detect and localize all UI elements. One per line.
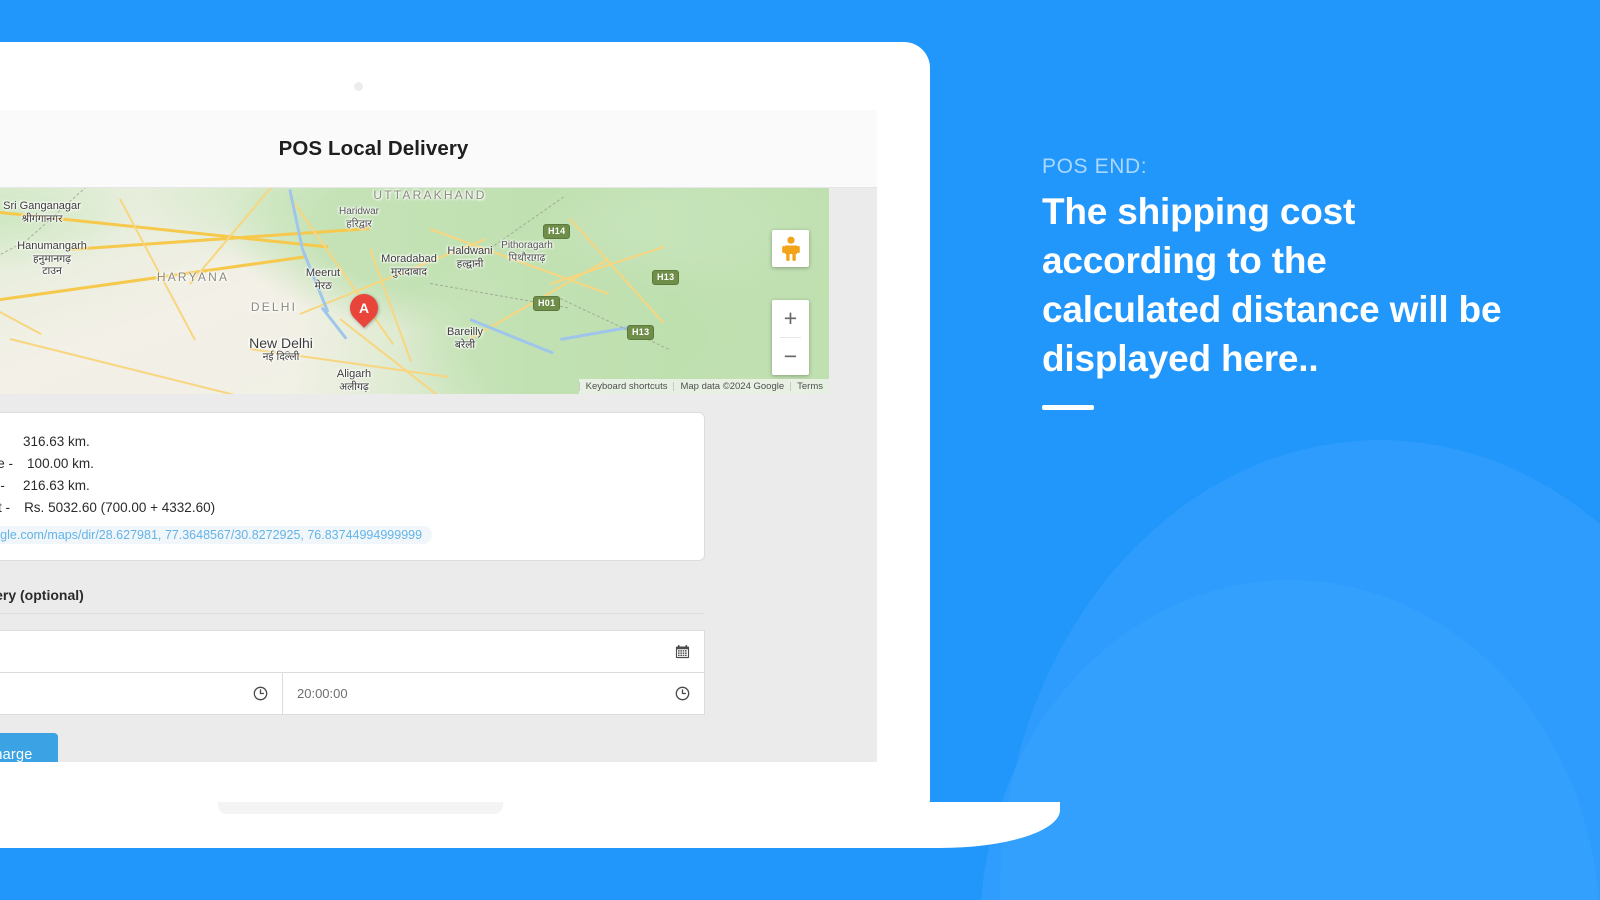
time-input-row: 10:00:00 20:00:00 <box>0 673 705 715</box>
page-title: POS Local Delivery <box>278 136 469 160</box>
map-label: New Delhi नई दिल्ली <box>249 335 313 364</box>
delivery-datetime-section-title: Date & Time of Delivery (optional) <box>0 561 705 614</box>
street-view-pegman-icon[interactable] <box>772 230 809 267</box>
delivery-datetime-inputs: 2024/03/05 <box>0 630 705 715</box>
promo-underline-rule <box>1042 405 1094 410</box>
shipment-summary-label: Fixed Price Distance - <box>0 456 14 471</box>
keyboard-shortcuts-link[interactable]: Keyboard shortcuts <box>580 381 674 392</box>
poster-canvas: POS Local Delivery Sri Ganganagar श्रीगं… <box>0 0 1600 900</box>
shipment-summary-row: Total Shipment Cost - Rs. 5032.60 (700.00… <box>0 497 684 519</box>
zoom-in-button[interactable]: + <box>772 300 809 337</box>
directions-link-row[interactable]: http://maps.google.com/maps/dir/28.62798… <box>0 526 684 544</box>
highway-shield-icon: H14 <box>543 224 571 239</box>
map-label: Aligarh अलीगढ़ <box>336 368 372 393</box>
terms-link[interactable]: Terms <box>791 381 829 392</box>
shipment-summary-row: Additional Distance - 216.63 km. <box>0 475 684 497</box>
map-label: UTTARAKHAND <box>373 188 487 202</box>
shipment-summary-rows: Total Distance - 316.63 km. Fixed Price Di… <box>0 431 684 519</box>
clock-icon[interactable] <box>253 686 268 701</box>
shipment-summary-value: 100.00 km. <box>27 456 94 471</box>
shipment-summary-value: 316.63 km. <box>23 434 90 449</box>
date-input-row: 2024/03/05 <box>0 630 705 673</box>
map-label: DELHI <box>250 300 298 314</box>
map-attribution-bar: Keyboard shortcuts Map data ©2024 Google… <box>578 379 829 394</box>
shipment-summary-value: 216.63 km. <box>23 478 90 493</box>
shipment-summary-card: Total Distance - 316.63 km. Fixed Price Di… <box>0 412 705 561</box>
delivery-form-area: Total Distance - 316.63 km. Fixed Price Di… <box>0 394 877 762</box>
shipment-summary-row: Total Distance - 316.63 km. <box>0 431 684 453</box>
map-label: Pithoragarh पिथौरागढ़ <box>501 240 553 264</box>
delivery-time-to-field[interactable]: 20:00:00 <box>282 673 704 714</box>
app-screen: POS Local Delivery Sri Ganganagar श्रीगं… <box>0 110 877 762</box>
promo-panel: POS END: The shipping cost according to … <box>1042 155 1512 410</box>
map-canvas <box>0 188 829 394</box>
google-map[interactable]: Sri Ganganagar श्रीगंगानगर Hanumangarh हनुम… <box>0 188 829 394</box>
map-zoom-controls[interactable]: + − <box>772 300 809 375</box>
map-label: Haridwar हरिद्वार <box>338 206 380 230</box>
laptop-trackpad-notch <box>218 802 503 814</box>
laptop-camera-icon <box>354 82 363 91</box>
shipment-summary-row: Fixed Price Distance - 100.00 km. <box>0 453 684 475</box>
map-label: Moradabad मुरादाबाद <box>381 253 437 278</box>
delivery-time-from-field[interactable]: 10:00:00 <box>0 673 282 714</box>
highway-shield-icon: H01 <box>533 296 561 311</box>
app-header: POS Local Delivery <box>0 110 877 188</box>
map-marker-a[interactable]: A <box>344 288 384 334</box>
map-label: Haldwani हल्द्वानी <box>447 245 493 270</box>
google-maps-directions-link[interactable]: http://maps.google.com/maps/dir/28.62798… <box>0 526 433 544</box>
map-data-attribution: Map data ©2024 Google <box>680 381 785 392</box>
shipment-summary-label: Total Shipment Cost - <box>0 500 11 515</box>
laptop-mockup: POS Local Delivery Sri Ganganagar श्रीगं… <box>0 42 1060 848</box>
promo-heading: The shipping cost according to the calcu… <box>1042 191 1502 379</box>
form-actions: Add Shipment Charge <box>0 733 855 762</box>
map-label: Meerut मेरठ <box>305 267 341 292</box>
promo-eyebrow: POS END: <box>1042 155 1148 178</box>
laptop-base <box>0 802 1060 848</box>
shipment-summary-value: Rs. 5032.60 (700.00 + 4332.60) <box>24 500 216 515</box>
map-label: Bareilly बरेली <box>446 326 484 351</box>
clock-icon[interactable] <box>675 686 690 701</box>
map-label: Sri Ganganagar श्रीगंगानगर <box>3 200 81 225</box>
map-marker-label: A <box>358 300 370 316</box>
map-label: HARYANA <box>156 270 230 284</box>
highway-shield-icon: H13 <box>652 270 680 285</box>
zoom-out-button[interactable]: − <box>772 338 809 375</box>
add-shipment-charge-button[interactable]: Add Shipment Charge <box>0 733 59 762</box>
map-label: Hanumangarh हनुमानगढ़ टाउन <box>17 240 87 277</box>
shipment-summary-label: Total Distance - <box>0 431 9 453</box>
shipment-summary-label: Additional Distance - <box>0 478 5 493</box>
calendar-icon[interactable] <box>675 644 690 659</box>
delivery-time-to-value: 20:00:00 <box>297 686 348 701</box>
delivery-date-field[interactable]: 2024/03/05 <box>0 631 704 672</box>
highway-shield-icon: H13 <box>627 325 655 340</box>
